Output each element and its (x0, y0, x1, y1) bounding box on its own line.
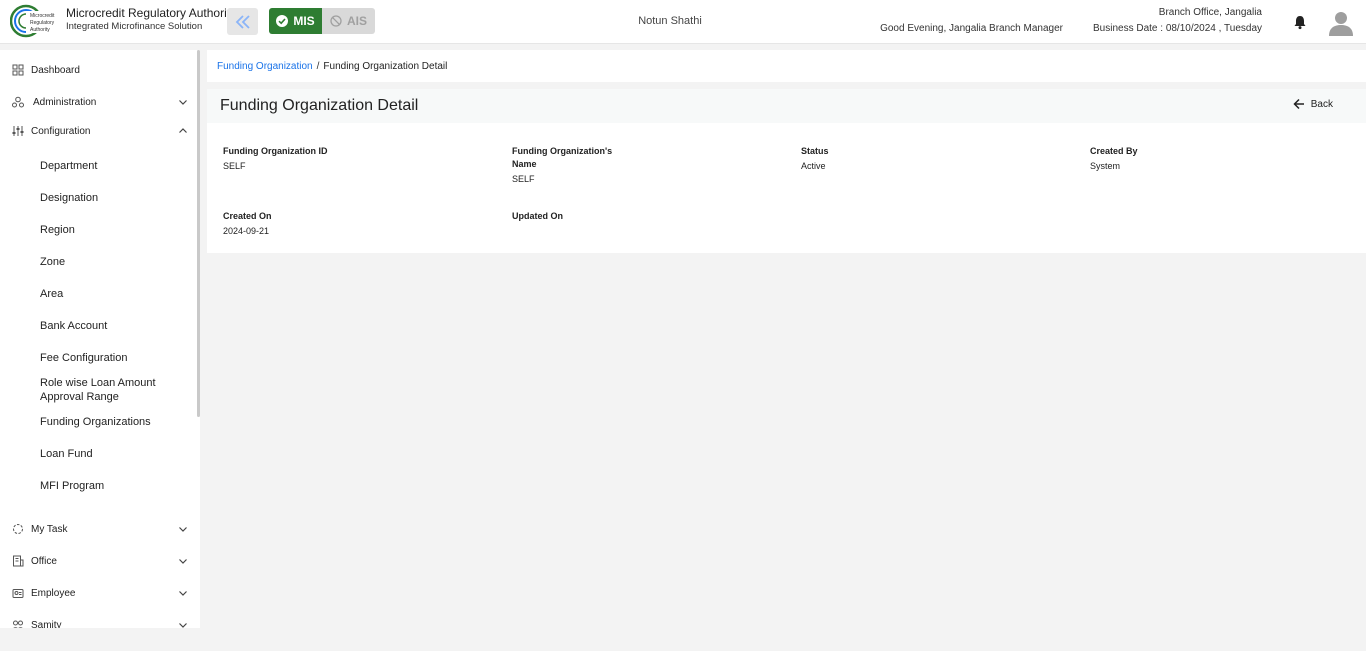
sidebar-subitem-funding-organizations[interactable]: Funding Organizations (40, 415, 190, 429)
chevron-up-icon (179, 128, 187, 133)
chevron-down-icon (179, 623, 187, 628)
arrow-left-icon (1293, 98, 1304, 110)
field-label: Created By (1090, 146, 1138, 156)
employee-badge-icon (12, 589, 24, 598)
field-label: Funding Organization's Name (512, 146, 613, 169)
sidebar-subitem-department[interactable]: Department (40, 159, 190, 173)
field-status: Status Active (801, 145, 911, 171)
sidebar-item-administration[interactable]: Administration (0, 89, 196, 115)
top-header: Microcredit Regulatory Authority Microcr… (0, 0, 1366, 44)
svg-text:Microcredit: Microcredit (30, 13, 55, 19)
grid-icon (12, 64, 24, 76)
sliders-icon (12, 126, 24, 136)
breadcrumb-current: Funding Organization Detail (323, 60, 448, 72)
chevron-down-icon (179, 527, 187, 532)
field-label: Status (801, 146, 829, 156)
sidebar-subitem-role-wise-loan-amount[interactable]: Role wise Loan Amount Approval Range (40, 376, 190, 404)
field-updated-on: Updated On (512, 210, 622, 226)
collapse-sidebar-button[interactable] (227, 8, 258, 35)
org-subtitle: Integrated Microfinance Solution (66, 21, 203, 32)
sidebar-item-samity[interactable]: Samity (0, 612, 196, 628)
sidebar-item-label: Samity (31, 619, 62, 629)
ban-icon (330, 15, 342, 27)
page-title: Funding Organization Detail (220, 97, 419, 114)
page-header: Funding Organization Detail Back (207, 89, 1366, 123)
breadcrumb-separator: / (316, 60, 320, 72)
check-circle-icon (276, 15, 289, 27)
branch-office: Branch Office, Jangalia (1158, 7, 1262, 18)
sidebar-item-label: Office (31, 555, 57, 567)
sidebar-subitem-loan-fund[interactable]: Loan Fund (40, 447, 190, 461)
breadcrumb-link-funding-organization[interactable]: Funding Organization (217, 61, 313, 72)
detail-card: Funding Organization ID SELF Funding Org… (207, 123, 1366, 253)
notification-bell-icon[interactable] (1292, 14, 1308, 30)
group-icon (13, 620, 23, 628)
field-value: 2024-09-21 (223, 226, 270, 236)
chevron-down-icon (179, 559, 187, 564)
user-avatar-icon[interactable] (1328, 10, 1354, 36)
business-date: Business Date : 08/10/2024 , Tuesday (1093, 23, 1262, 34)
sidebar-subitem-mfi-program[interactable]: MFI Program (40, 479, 190, 493)
svg-text:Regulatory: Regulatory (30, 20, 55, 26)
users-cog-icon (12, 96, 24, 108)
sidebar-scrollbar[interactable] (197, 50, 200, 417)
sidebar-subitem-designation[interactable]: Designation (40, 191, 190, 205)
org-name: Microcredit Regulatory Authority (66, 6, 237, 20)
sidebar-subitem-zone[interactable]: Zone (40, 255, 190, 269)
sidebar-item-configuration[interactable]: Configuration (0, 118, 196, 144)
field-created-on: Created On 2024-09-21 (223, 210, 333, 236)
ais-label: AIS (346, 14, 367, 28)
sidebar-subitem-area[interactable]: Area (40, 287, 190, 301)
sidebar: Dashboard Administration Configuration D… (0, 50, 200, 628)
double-chevron-left-icon (235, 14, 250, 29)
field-value: SELF (223, 161, 246, 171)
mis-toggle-button[interactable]: MIS (269, 8, 322, 34)
user-greeting: Good Evening, Jangalia Branch Manager (880, 23, 1063, 34)
field-label: Created On (223, 211, 272, 221)
office-building-icon (13, 555, 24, 567)
mis-label: MIS (293, 14, 315, 28)
sidebar-item-label: My Task (31, 523, 68, 535)
svg-text:Authority: Authority (30, 27, 50, 33)
field-value: System (1090, 161, 1121, 171)
spinner-icon (13, 524, 23, 534)
back-label: Back (1310, 98, 1333, 110)
field-funding-org-id: Funding Organization ID SELF (223, 145, 423, 171)
sidebar-item-label: Administration (33, 96, 97, 108)
sidebar-subitem-bank-account[interactable]: Bank Account (40, 319, 190, 333)
sidebar-item-my-task[interactable]: My Task (0, 516, 196, 542)
app-name: Notun Shathi (638, 15, 702, 27)
chevron-down-icon (179, 100, 187, 105)
sidebar-subitem-fee-configuration[interactable]: Fee Configuration (40, 351, 190, 365)
sidebar-item-dashboard[interactable]: Dashboard (0, 57, 196, 83)
sidebar-subitem-region[interactable]: Region (40, 223, 190, 237)
sidebar-item-label: Configuration (31, 125, 91, 137)
sidebar-item-office[interactable]: Office (0, 548, 196, 574)
field-created-by: Created By System (1090, 145, 1200, 171)
mra-logo: Microcredit Regulatory Authority (10, 4, 60, 38)
sidebar-item-label: Employee (31, 587, 76, 599)
sidebar-item-label: Dashboard (31, 64, 80, 76)
field-label: Updated On (512, 211, 563, 221)
field-value: SELF (512, 174, 535, 184)
chevron-down-icon (179, 591, 187, 596)
ais-toggle-button[interactable]: AIS (322, 8, 375, 34)
sidebar-item-employee[interactable]: Employee (0, 580, 196, 606)
breadcrumb: Funding Organization / Funding Organizat… (207, 50, 1366, 82)
field-funding-org-name: Funding Organization's Name SELF (512, 145, 617, 184)
field-value: Active (801, 161, 826, 171)
field-label: Funding Organization ID (223, 146, 328, 156)
back-button[interactable]: Back (1293, 98, 1333, 110)
